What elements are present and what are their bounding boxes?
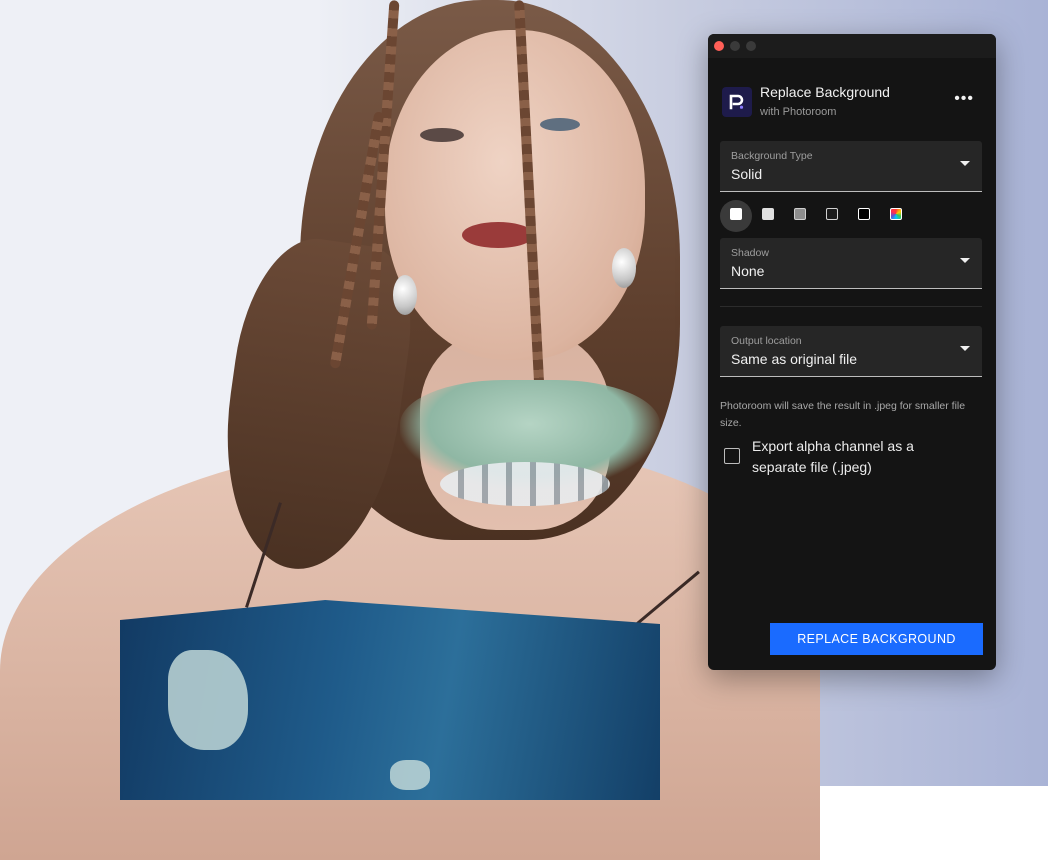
swatch-custom-color-icon[interactable]: [890, 208, 902, 220]
panel-header: Replace Background with Photoroom •••: [722, 84, 984, 124]
shadow-value: None: [731, 263, 765, 279]
replace-background-button[interactable]: REPLACE BACKGROUND: [770, 623, 983, 655]
panel-subtitle: with Photoroom: [760, 106, 837, 118]
window-close-button[interactable]: [714, 41, 724, 51]
caret-down-icon: [960, 346, 970, 351]
panel-title: Replace Background: [760, 84, 890, 100]
photoroom-logo-icon: [722, 87, 752, 117]
export-alpha-option[interactable]: Export alpha channel as a separate file …: [724, 436, 982, 480]
more-horizontal-icon[interactable]: •••: [954, 90, 974, 108]
subject-face: [385, 30, 645, 360]
shadow-label: Shadow: [731, 247, 769, 259]
output-location-label: Output location: [731, 335, 802, 347]
swatch-white[interactable]: [730, 208, 742, 220]
replace-background-panel: Replace Background with Photoroom ••• Ba…: [708, 34, 996, 670]
swatch-black[interactable]: [858, 208, 870, 220]
section-divider: [720, 306, 982, 307]
background-type-label: Background Type: [731, 150, 813, 162]
jpeg-note: Photoroom will save the result in .jpeg …: [720, 400, 966, 429]
window-minimize-button[interactable]: [730, 41, 740, 51]
color-swatches: [720, 200, 982, 232]
swatch-light-gray[interactable]: [762, 208, 774, 220]
swatch-dark[interactable]: [826, 208, 838, 220]
swatch-gray[interactable]: [794, 208, 806, 220]
window-maximize-button[interactable]: [746, 41, 756, 51]
output-location-value: Same as original file: [731, 351, 858, 367]
shadow-select[interactable]: Shadow None: [720, 238, 982, 289]
caret-down-icon: [960, 161, 970, 166]
background-type-select[interactable]: Background Type Solid: [720, 141, 982, 192]
export-alpha-label: Export alpha channel as a separate file …: [752, 438, 914, 475]
caret-down-icon: [960, 258, 970, 263]
output-location-select[interactable]: Output location Same as original file: [720, 326, 982, 377]
background-type-value: Solid: [731, 166, 763, 182]
window-titlebar[interactable]: [708, 34, 996, 58]
export-alpha-checkbox[interactable]: [724, 448, 740, 464]
